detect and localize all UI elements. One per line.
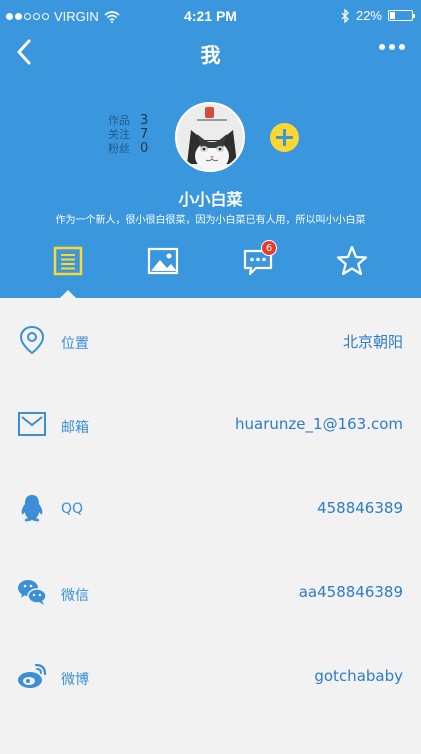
stat-following[interactable]: 关注 7 xyxy=(108,126,149,142)
info-label: 微信 xyxy=(61,588,89,604)
info-row-weibo[interactable]: 微博 gotchababy xyxy=(0,634,421,718)
stat-value: 0 xyxy=(140,140,149,156)
status-bar: VIRGIN 4:21 PM 22% xyxy=(0,0,421,32)
page-title: 我 xyxy=(200,43,221,67)
active-tab-indicator xyxy=(60,290,76,298)
battery-percent: 22% xyxy=(355,8,382,23)
image-icon xyxy=(147,247,179,275)
stat-followers[interactable]: 粉丝 0 xyxy=(108,140,149,156)
info-row-email[interactable]: 邮箱 huarunze_1@163.com xyxy=(0,382,421,466)
bluetooth-icon xyxy=(341,8,349,23)
qq-icon xyxy=(21,495,43,522)
add-button[interactable] xyxy=(270,123,299,152)
stat-works[interactable]: 作品 3 xyxy=(108,112,149,128)
info-row-location[interactable]: 位置 北京朝阳 xyxy=(0,298,421,382)
profile-header: VIRGIN 4:21 PM 22% 我 作品 3 关注 7 粉丝 0 小小白菜… xyxy=(0,0,421,298)
info-label: 邮箱 xyxy=(61,420,89,436)
info-label: 位置 xyxy=(61,336,89,352)
document-icon xyxy=(53,246,83,276)
more-options-icon[interactable] xyxy=(379,44,405,50)
info-label: QQ xyxy=(61,501,84,517)
info-value: huarunze_1@163.com xyxy=(235,415,403,433)
stat-value: 3 xyxy=(140,112,149,128)
stat-value: 7 xyxy=(140,126,149,142)
weibo-icon xyxy=(18,663,47,688)
star-icon xyxy=(336,245,368,276)
profile-tabs: 6 xyxy=(0,240,421,284)
location-icon xyxy=(19,325,45,355)
tab-photos[interactable] xyxy=(146,244,180,278)
info-row-qq[interactable]: QQ 458846389 xyxy=(0,466,421,550)
info-row-wechat[interactable]: 微信 aa458846389 xyxy=(0,550,421,634)
wechat-icon xyxy=(18,580,47,605)
battery-icon xyxy=(388,10,415,21)
mail-icon xyxy=(18,412,46,436)
avatar[interactable] xyxy=(175,102,245,172)
battery-level xyxy=(390,12,395,19)
profile-stats: 作品 3 关注 7 粉丝 0 xyxy=(108,112,149,156)
profile-bio: 作为一个新人，很小很白很菜，因为小白菜已有人用，所以叫小小白菜 xyxy=(55,215,366,226)
tab-messages[interactable]: 6 xyxy=(241,240,277,278)
profile-name: 小小白菜 xyxy=(178,190,243,209)
cat-avatar-image xyxy=(177,104,243,170)
info-value: gotchababy xyxy=(314,667,403,685)
nav-bar: 我 xyxy=(0,36,421,68)
info-value: 北京朝阳 xyxy=(342,333,403,351)
info-label: 微博 xyxy=(61,672,89,688)
stat-label: 粉丝 xyxy=(108,142,130,155)
tab-favorites[interactable] xyxy=(335,244,369,278)
message-count-badge: 6 xyxy=(261,240,277,256)
info-value: 458846389 xyxy=(317,499,403,517)
tab-posts[interactable] xyxy=(51,244,85,278)
info-value: aa458846389 xyxy=(298,583,403,601)
